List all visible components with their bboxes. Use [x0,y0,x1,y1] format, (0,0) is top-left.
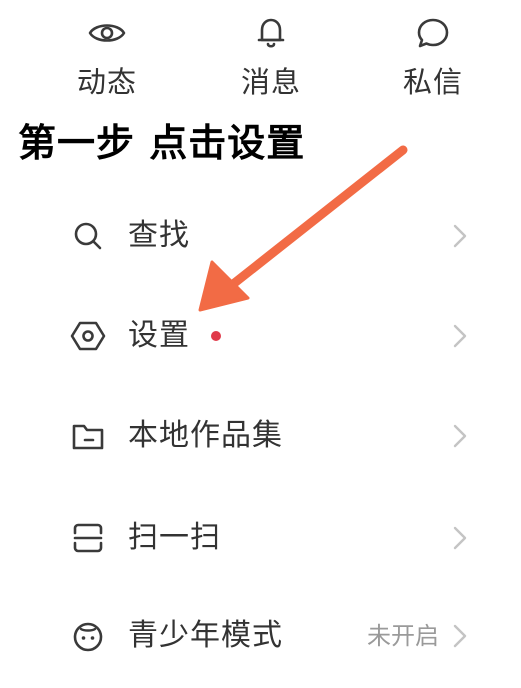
search-icon [74,222,102,250]
folder-icon [72,424,104,450]
menu-item-label: 本地作品集 [128,418,283,453]
menu-item-label: 青少年模式 [128,618,283,653]
nav-label-messages: 消息 [240,65,301,99]
menu-item-label: 设置 [128,318,190,353]
notification-dot [211,331,221,341]
nav-item-dynamics[interactable]: 动态 [52,8,162,108]
nav-item-messages[interactable]: 消息 [216,8,326,108]
menu-item-settings[interactable]: 设置 [0,288,521,384]
top-nav: 动态 消息 私信 [0,0,521,110]
chevron-right-icon [453,324,467,348]
menu-item-teen-mode[interactable]: 青少年模式 未开启 [0,588,521,684]
nav-label-direct-messages: 私信 [402,65,463,99]
chevron-right-icon [453,224,467,248]
instruction-headline: 第一步 点击设置 [18,121,306,165]
eye-icon [88,24,126,42]
chevron-right-icon [453,424,467,448]
chevron-right-icon [453,526,467,550]
teen-mode-status: 未开启 [367,622,439,650]
teen-mode-icon [73,622,103,652]
menu-item-scan[interactable]: 扫一扫 [0,490,521,586]
chevron-right-icon [453,624,467,648]
menu-item-label: 扫一扫 [128,520,221,555]
bell-icon [257,18,285,48]
scan-icon [73,523,103,553]
chat-bubble-icon [417,18,449,48]
menu-item-label: 查找 [128,218,190,253]
settings-hexagon-icon [70,321,106,351]
nav-item-direct-messages[interactable]: 私信 [378,8,488,108]
menu-item-search[interactable]: 查找 [0,188,521,284]
nav-label-dynamics: 动态 [76,65,137,99]
menu-item-local-collection[interactable]: 本地作品集 [0,388,521,484]
